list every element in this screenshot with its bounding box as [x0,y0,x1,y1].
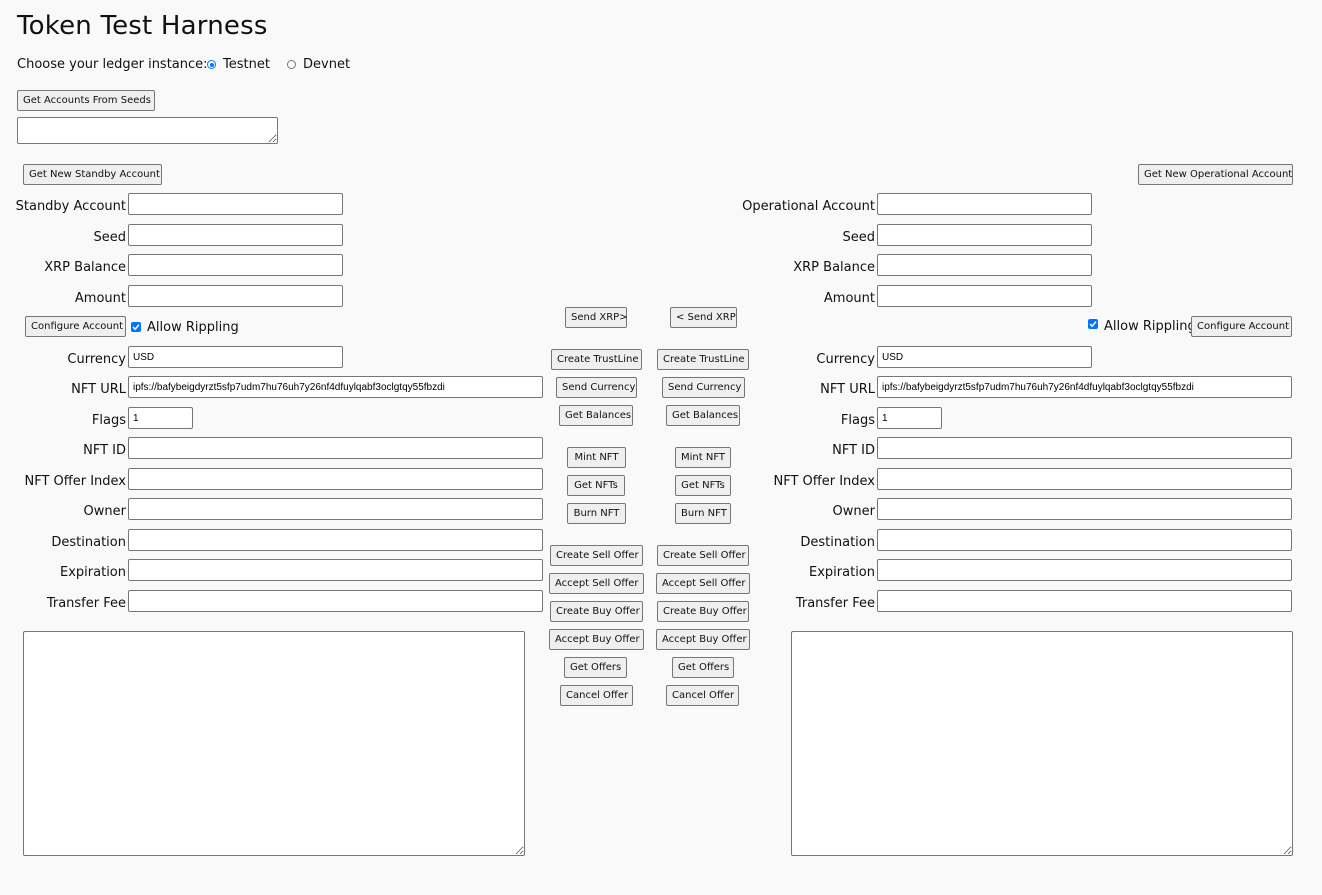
operational-get-nfts-button[interactable]: Get NFTs [675,475,731,496]
operational-burn-nft-button[interactable]: Burn NFT [675,503,731,524]
standby-transfer-fee-label: Transfer Fee [46,596,126,611]
get-new-standby-account-button[interactable]: Get New Standby Account [23,164,162,185]
standby-create-trustline-button[interactable]: Create TrustLine [551,349,642,370]
standby-amount-field[interactable] [128,285,343,307]
operational-allow-rippling-checkbox[interactable] [1088,319,1098,329]
check-icon [132,324,140,331]
standby-amount-label: Amount [74,291,126,306]
standby-results-area[interactable] [23,631,525,856]
standby-send-xrp-button[interactable]: Send XRP> [565,307,628,328]
operational-nft-id-label: NFT ID [832,443,875,458]
standby-seed-field[interactable] [128,224,343,246]
operational-transfer-fee-field[interactable] [877,590,1292,612]
standby-send-currency-button[interactable]: Send Currency [556,377,637,398]
standby-owner-field[interactable] [128,498,543,520]
operational-configure-account-button[interactable]: Configure Account [1191,316,1292,337]
operational-accept-buy-offer-button[interactable]: Accept Buy Offer [656,629,750,650]
operational-flags-field[interactable] [877,407,942,429]
operational-flags-label: Flags [840,413,875,428]
check-icon [1089,321,1097,328]
standby-balance-field[interactable] [128,254,343,276]
standby-nft-url-field[interactable] [128,376,543,398]
radio-testnet[interactable] [207,60,216,69]
operational-owner-label: Owner [832,504,875,519]
standby-configure-account-button[interactable]: Configure Account [25,316,126,337]
operational-nft-url-field[interactable] [877,376,1292,398]
get-accounts-from-seeds-button[interactable]: Get Accounts From Seeds [17,90,155,111]
standby-currency-label: Currency [67,352,126,367]
standby-destination-field[interactable] [128,529,543,551]
operational-amount-label: Amount [823,291,875,306]
operational-transfer-fee-label: Transfer Fee [795,596,875,611]
operational-balance-field[interactable] [877,254,1092,276]
standby-seed-label: Seed [93,230,127,245]
operational-nft-url-label: NFT URL [820,382,875,397]
operational-seed-field[interactable] [877,224,1092,246]
operational-expiration-label: Expiration [809,565,875,580]
operational-account-label: Operational Account [742,199,875,214]
operational-offer-index-field[interactable] [877,468,1292,490]
standby-expiration-label: Expiration [60,565,126,580]
standby-flags-field[interactable] [128,407,193,429]
operational-destination-field[interactable] [877,529,1292,551]
standby-transfer-fee-field[interactable] [128,590,543,612]
seeds-input[interactable] [17,117,278,144]
standby-get-offers-button[interactable]: Get Offers [564,657,627,678]
operational-get-offers-button[interactable]: Get Offers [672,657,734,678]
operational-currency-label: Currency [816,352,875,367]
radio-devnet[interactable] [287,60,296,69]
operational-accept-sell-offer-button[interactable]: Accept Sell Offer [656,573,750,594]
operational-destination-label: Destination [800,535,875,550]
operational-create-sell-offer-button[interactable]: Create Sell Offer [657,545,749,566]
standby-account-field[interactable] [128,193,343,215]
operational-nft-id-field[interactable] [877,437,1292,459]
standby-balance-label: XRP Balance [44,260,126,275]
standby-allow-rippling-label: Allow Rippling [147,320,239,335]
operational-balance-label: XRP Balance [793,260,875,275]
operational-mint-nft-button[interactable]: Mint NFT [675,447,731,468]
ledger-prompt: Choose your ledger instance: [17,57,208,72]
standby-nft-id-label: NFT ID [83,443,126,458]
standby-currency-field[interactable] [128,346,343,368]
operational-create-trustline-button[interactable]: Create TrustLine [657,349,749,370]
operational-account-field[interactable] [877,193,1092,215]
standby-burn-nft-button[interactable]: Burn NFT [567,503,626,524]
operational-send-xrp-button[interactable]: < Send XRP [670,307,737,328]
page-title: Token Test Harness [17,11,268,41]
get-new-operational-account-button[interactable]: Get New Operational Account [1138,164,1293,185]
standby-mint-nft-button[interactable]: Mint NFT [567,447,626,468]
standby-destination-label: Destination [51,535,126,550]
operational-send-currency-button[interactable]: Send Currency [662,377,745,398]
operational-get-balances-button[interactable]: Get Balances [666,405,740,426]
operational-owner-field[interactable] [877,498,1292,520]
standby-create-buy-offer-button[interactable]: Create Buy Offer [550,601,643,622]
standby-owner-label: Owner [83,504,126,519]
standby-flags-label: Flags [91,413,126,428]
standby-nft-id-field[interactable] [128,437,543,459]
standby-offer-index-field[interactable] [128,468,543,490]
standby-allow-rippling-checkbox[interactable] [131,322,141,332]
standby-cancel-offer-button[interactable]: Cancel Offer [560,685,633,706]
standby-expiration-field[interactable] [128,559,543,581]
standby-offer-index-label: NFT Offer Index [24,474,127,489]
standby-accept-sell-offer-button[interactable]: Accept Sell Offer [549,573,644,594]
standby-accept-buy-offer-button[interactable]: Accept Buy Offer [549,629,644,650]
operational-allow-rippling-label: Allow Rippling [1104,319,1196,334]
operational-currency-field[interactable] [877,346,1092,368]
operational-results-area[interactable] [791,631,1293,856]
operational-seed-label: Seed [842,230,876,245]
standby-account-label: Standby Account [15,199,126,214]
operational-amount-field[interactable] [877,285,1092,307]
standby-get-nfts-button[interactable]: Get NFTs [567,475,625,496]
operational-offer-index-label: NFT Offer Index [773,474,876,489]
standby-nft-url-label: NFT URL [71,382,126,397]
operational-create-buy-offer-button[interactable]: Create Buy Offer [657,601,749,622]
standby-get-balances-button[interactable]: Get Balances [559,405,633,426]
operational-expiration-field[interactable] [877,559,1292,581]
operational-cancel-offer-button[interactable]: Cancel Offer [666,685,739,706]
standby-create-sell-offer-button[interactable]: Create Sell Offer [550,545,643,566]
radio-testnet-label: Testnet [223,57,270,72]
radio-devnet-label: Devnet [303,57,351,72]
